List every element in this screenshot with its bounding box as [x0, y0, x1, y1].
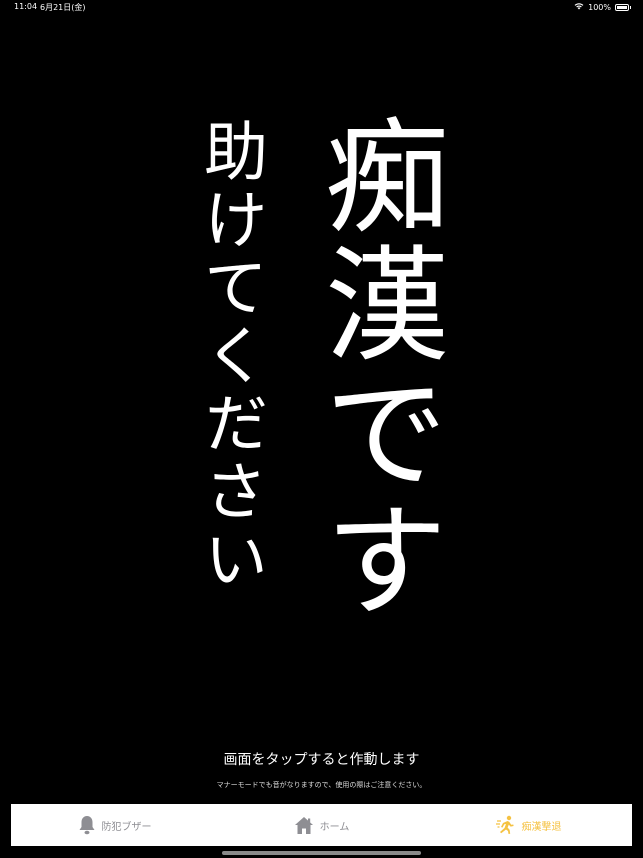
sub-message: 助けてください [193, 118, 267, 594]
tab-chikan-repel[interactable]: 痴漢撃退 [425, 804, 632, 846]
tap-instruction: 画面をタップすると作動します [223, 752, 420, 768]
running-person-icon [495, 815, 516, 835]
home-icon [294, 816, 314, 835]
tab-label: ホーム [319, 821, 350, 833]
battery-tip [630, 5, 631, 9]
tab-label: 痴漢撃退 [521, 821, 562, 833]
tab-label: 防犯ブザー [101, 821, 152, 833]
status-date: 6月21日(金) [40, 3, 86, 12]
wifi-icon [574, 2, 584, 12]
battery-icon [615, 3, 629, 11]
status-time: 11:04 [14, 2, 38, 11]
battery-percent: 100% [588, 2, 611, 12]
tab-home[interactable]: ホーム [218, 804, 425, 846]
bell-icon [78, 815, 96, 835]
home-indicator [222, 851, 421, 855]
tab-crime-buzzer[interactable]: 防犯ブザー [11, 804, 218, 846]
main-message: 痴漢です [303, 112, 447, 624]
caution-note: マナーモードでも音がなりますので、使用の際はご注意ください。 [216, 781, 427, 789]
status-bar: 11:04 6月21日(金) 100% [0, 0, 643, 14]
tab-bar: 防犯ブザー ホーム 痴漢撃退 [11, 804, 632, 846]
status-right: 100% [574, 2, 631, 12]
